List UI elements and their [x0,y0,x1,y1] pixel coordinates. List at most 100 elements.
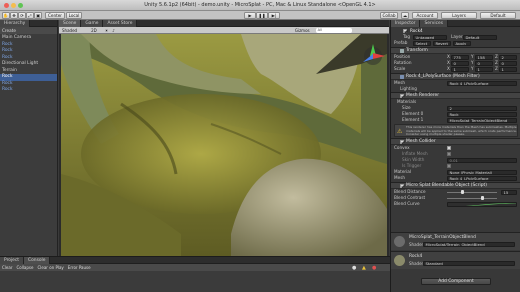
blend-distance-slider-track[interactable] [447,191,497,193]
blend-distance-field[interactable]: 15 [501,189,517,195]
collab-button[interactable]: Collab [380,12,398,19]
step-button[interactable]: ▶| [268,12,280,19]
blend-curve-graph [465,202,516,206]
hand-tool-button[interactable]: ✋ [2,12,10,19]
hierarchy-toolbar: Create [0,27,57,34]
shader-dropdown[interactable]: MicroSplat/Terrain_ObjectBlend [423,242,515,247]
console-toolbar: Clear Collapse Clear on Play Error Pause [0,264,390,271]
rotate-tool-button[interactable]: ⟳ [18,12,26,19]
layout-dropdown[interactable]: Default [480,12,516,19]
mesh-renderer-component-header[interactable]: Mesh Renderer [391,92,520,99]
error-pause-button[interactable]: Error Pause [68,265,91,270]
scale-x-field[interactable]: 1 [451,66,469,72]
tag-dropdown[interactable]: Untagged [413,34,447,40]
rotation-x-field[interactable]: 0 [451,60,469,66]
cloud-icon[interactable]: ☁ [401,12,409,19]
element-1-field[interactable]: MicroSplat_TerrainObjectBlend [447,117,517,123]
inflate-mesh-checkbox[interactable] [447,152,451,156]
info-count-icon[interactable]: ● [352,265,356,271]
mesh-filter-component-header[interactable]: Rock 4_LPolySurface (Mesh Filter) [391,73,520,80]
blend-curve-row: Blend Curve [391,201,520,207]
blend-curve-label: Blend Curve [394,201,420,206]
window-title-bar: Unity 5.6.1p2 (64bit) - demo.unity - Mic… [0,0,520,11]
blend-contrast-slider-handle[interactable] [481,196,484,200]
pivot-local-button[interactable]: Local [66,12,82,19]
position-y-field[interactable]: 158 [475,54,493,60]
scale-z-field[interactable]: 1 [499,66,517,72]
tab-inspector[interactable]: Inspector [391,19,421,27]
create-dropdown[interactable]: Create [2,28,16,33]
prefab-label: Prefab [394,40,408,45]
gizmos-dropdown[interactable]: Gizmos [295,28,310,33]
blend-curve-field[interactable] [447,201,517,207]
pivot-center-button[interactable]: Center [45,12,65,19]
collider-mesh-field[interactable]: Rock 4_LPolySurface [447,175,517,181]
position-z-field[interactable]: 2 [499,54,517,60]
warning-icon: ⚠ [397,128,403,135]
collapse-button[interactable]: Collapse [16,265,33,270]
rotation-y-field[interactable]: 0 [475,60,493,66]
move-tool-button[interactable]: ✥ [10,12,18,19]
tab-game[interactable]: Game [81,19,104,27]
material-preview-rock[interactable]: Rock4 Shader Standard [391,251,520,269]
collider-material-field[interactable]: None (Physic Material) [447,169,517,175]
inspector-tab-header: Inspector Services [391,19,520,27]
tab-console[interactable]: Console [24,256,51,264]
window-title: Unity 5.6.1p2 (64bit) - demo.unity - Mic… [144,2,376,8]
shader-dropdown[interactable]: Standard [423,261,515,266]
hierarchy-list: Main Camera Rock Rock Rock Directional L… [0,34,57,94]
mesh-collider-component-header[interactable]: Mesh Collider [391,138,520,145]
account-dropdown[interactable]: Account [412,12,438,19]
element-0-field[interactable]: Rock [447,111,517,117]
inspector-panel: Inspector Services Rock4 Tag Untagged La… [390,19,520,292]
layers-dropdown[interactable]: Layers [441,12,477,19]
layer-dropdown[interactable]: Default [463,34,497,40]
scene-search-input[interactable]: All [315,27,352,33]
tab-hierarchy[interactable]: Hierarchy [0,19,31,27]
blendable-script-component-header[interactable]: Micro Splat Blendable Object (Script) [391,182,520,189]
scale-y-field[interactable]: 1 [475,66,493,72]
mesh-renderer-enabled-checkbox[interactable] [400,94,404,98]
scene-viewport[interactable] [61,34,387,256]
lighting-toggle-icon[interactable]: ☀ [105,28,109,33]
mesh-field[interactable]: Rock 4_LPolySurface [447,80,517,86]
audio-toggle-icon[interactable]: ♪ [112,28,115,33]
material-sphere-icon [394,236,405,247]
pause-button[interactable]: ❚❚ [256,12,268,19]
tab-project[interactable]: Project [0,256,25,264]
material-preview-blend[interactable]: MicroSplat_TerrainObjectBlend Shader Mic… [391,232,520,250]
tab-services[interactable]: Services [420,19,448,27]
rect-tool-button[interactable]: ▣ [34,12,42,19]
warning-count-icon[interactable]: ▲ [362,265,366,271]
mesh-collider-enabled-checkbox[interactable] [400,140,404,144]
prefab-apply-button[interactable]: Apply [453,40,471,46]
blend-contrast-slider-track[interactable] [447,197,497,199]
position-x-field[interactable]: 775 [451,54,469,60]
clear-on-play-button[interactable]: Clear on Play [37,265,63,270]
blendable-script-enabled-checkbox[interactable] [400,184,404,188]
rotation-z-field[interactable]: 0 [499,60,517,66]
transform-component-header[interactable]: Transform [391,47,520,54]
material-name: MicroSplat_TerrainObjectBlend [409,235,476,240]
scale-tool-button[interactable]: ⤢ [26,12,34,19]
convex-checkbox[interactable] [447,146,451,150]
hierarchy-item[interactable]: Rock [0,87,57,94]
blend-distance-slider-handle[interactable] [461,190,464,194]
add-component-button[interactable]: Add Component [421,278,491,285]
error-count-icon[interactable]: ● [372,265,376,271]
clear-button[interactable]: Clear [2,265,12,270]
shading-mode-dropdown[interactable]: Shaded [62,28,77,33]
element-1-label: Element 1 [402,117,424,122]
materials-size-field[interactable]: 2 [447,105,517,111]
skin-width-field[interactable]: 0.01 [447,157,517,163]
hierarchy-tab-header: Hierarchy [0,19,57,27]
is-trigger-checkbox[interactable] [447,164,451,168]
play-button[interactable]: ▶ [244,12,256,19]
tab-asset-store[interactable]: Asset Store [103,19,138,27]
terrain-render [61,34,387,256]
prefab-select-button[interactable]: Select [413,40,431,46]
2d-toggle[interactable]: 2D [91,28,97,33]
object-active-checkbox[interactable] [403,29,407,33]
tab-scene[interactable]: Scene [59,19,82,27]
prefab-revert-button[interactable]: Revert [433,40,451,46]
